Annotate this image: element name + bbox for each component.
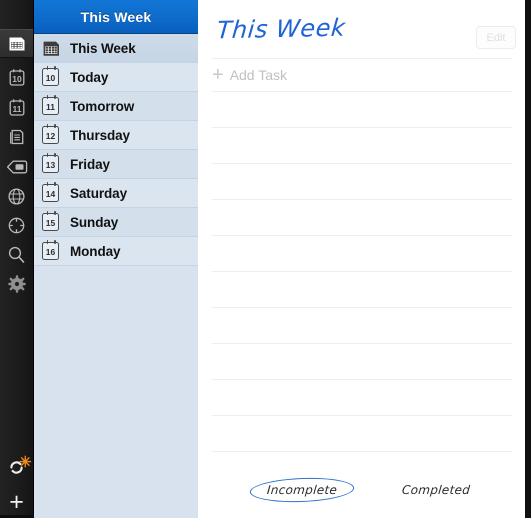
list-item-label: Saturday [70,185,127,201]
list-item-saturday[interactable]: 14 Saturday [34,179,198,208]
list-item-label: Monday [70,243,121,259]
calendar-day-number: 14 [45,188,56,199]
app-window: 10 11 ✳ + This Week This Week 10 Today 1… [0,0,531,518]
rule-line [212,91,512,92]
sync-button[interactable]: ✳ [0,454,33,484]
detail-panel: This Week Edit + Add Task Incomplete Com… [198,0,526,518]
selected-circle-icon [249,476,356,504]
page-title: This Week [215,13,347,45]
calendar-day-icon: 12 [42,124,61,145]
calendar-day-number: 12 [45,130,56,141]
notes-list-icon [8,128,26,146]
list-item-label: Sunday [70,214,119,230]
rail-item-calendar-day-10[interactable]: 10 [0,63,33,92]
sync-badge-icon: ✳ [19,454,32,471]
rail-item-settings[interactable] [0,269,33,298]
calendar-day-number: 10 [45,72,56,83]
calendar-day-number: 13 [45,159,56,170]
rule-line [212,127,512,128]
rule-line [212,58,512,59]
rail-item-calendar-grid[interactable] [0,29,33,58]
calendar-day-10-icon: 10 [8,68,26,87]
tab-completed-label: Completed [400,483,471,497]
list-item-today[interactable]: 10 Today [34,63,198,92]
list-item-label: Today [70,69,109,85]
window-right-edge [525,0,531,518]
rule-line [212,415,512,416]
rule-line [212,451,512,452]
calendar-day-number: 15 [45,217,56,228]
rail-item-web[interactable] [0,182,33,211]
list-item-monday[interactable]: 16 Monday [34,237,198,266]
list-item-label: Thursday [70,127,130,143]
list-item-friday[interactable]: 13 Friday [34,150,198,179]
list-item-sunday[interactable]: 15 Sunday [34,208,198,237]
calendar-grid-icon [42,39,61,58]
edit-button[interactable]: Edit [476,26,516,49]
search-icon [7,245,26,264]
list-item-label: Friday [70,156,110,172]
calendar-day-icon: 11 [42,95,61,116]
list-item-label: This Week [70,40,136,56]
add-task-row[interactable]: + Add Task [212,64,287,86]
calendar-day-icon: 13 [42,153,61,174]
list-item-thursday[interactable]: 12 Thursday [34,121,198,150]
calendar-grid-icon [8,35,26,53]
rule-line [212,199,512,200]
list-item-label: Tomorrow [70,98,135,114]
calendar-day-number: 11 [46,101,55,112]
add-button[interactable]: + [0,489,33,515]
svg-text:11: 11 [12,104,21,114]
rule-line [212,271,512,272]
rail-item-tags[interactable] [0,152,33,181]
tag-icon [6,159,28,175]
globe-icon [7,187,26,206]
list-item-tomorrow[interactable]: 11 Tomorrow [34,92,198,121]
tab-completed[interactable]: Completed [398,478,472,502]
rule-line [212,343,512,344]
tab-incomplete[interactable]: Incomplete [249,476,356,504]
gear-icon [7,274,26,293]
list-panel: This Week This Week 10 Today 11 Tomorrow… [34,0,198,518]
rule-line [212,307,512,308]
add-task-label: Add Task [229,67,288,83]
list-panel-header: This Week [34,0,198,34]
calendar-day-icon: 16 [42,240,61,261]
list-panel-title: This Week [80,8,152,25]
icon-rail-sidebar: 10 11 ✳ + [0,0,34,518]
calendar-day-icon: 10 [42,66,61,87]
calendar-day-icon: 15 [42,211,61,232]
list-item-this-week[interactable]: This Week [34,34,198,63]
focus-target-icon [7,216,26,235]
calendar-day-number: 16 [45,246,56,257]
rule-line [212,235,512,236]
rail-item-search[interactable] [0,240,33,269]
rail-item-focus[interactable] [0,211,33,240]
calendar-day-icon: 14 [42,182,61,203]
calendar-day-11-icon: 11 [8,98,26,117]
rail-item-notes[interactable] [0,122,33,151]
rail-item-calendar-day-11[interactable]: 11 [0,93,33,122]
plus-icon: + [212,64,224,86]
rule-line [212,163,512,164]
rule-line [212,379,512,380]
filter-tabs: Incomplete Completed [198,476,525,504]
svg-text:10: 10 [12,74,22,84]
